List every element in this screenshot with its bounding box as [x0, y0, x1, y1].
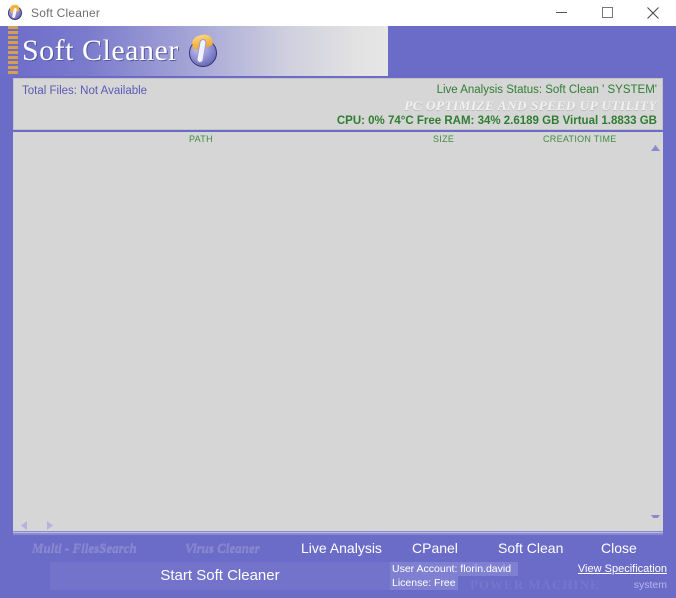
- window-title: Soft Cleaner: [31, 6, 100, 20]
- vertical-scrollbar[interactable]: [648, 142, 663, 524]
- title-bar: Soft Cleaner: [0, 0, 676, 27]
- soft-cleaner-globe-logo: [187, 36, 219, 68]
- close-icon: [647, 7, 659, 19]
- scroll-right-arrow-icon[interactable]: [41, 518, 59, 532]
- start-soft-cleaner-button[interactable]: Start Soft Cleaner: [50, 562, 390, 590]
- close-button[interactable]: [630, 0, 676, 25]
- bottom-navigation: Multi - FilesSearch Virus Cleaner Live A…: [0, 534, 676, 562]
- column-header-path: PATH: [189, 134, 213, 144]
- app-logo: Soft Cleaner: [22, 31, 219, 71]
- nav-item-multi-filessearch[interactable]: Multi - FilesSearch: [32, 534, 137, 562]
- header-banner: Soft Cleaner: [0, 26, 676, 76]
- system-metrics-line: CPU: 0% 74°C Free RAM: 34% 2.6189 GB Vir…: [337, 114, 657, 129]
- status-panel: Total Files: Not Available Live Analysis…: [13, 78, 663, 130]
- maximize-icon: [602, 7, 613, 18]
- horizontal-scrollbar[interactable]: [15, 518, 125, 532]
- nav-divider: [13, 532, 663, 533]
- scrollbar-corner: [648, 518, 663, 532]
- scroll-left-arrow-icon[interactable]: [15, 518, 33, 532]
- soft-cleaner-window: Soft Cleaner Soft C: [0, 0, 676, 598]
- maximize-button[interactable]: [584, 0, 630, 25]
- window-controls: [538, 0, 676, 25]
- account-info: User Account: florin.david License: Free: [390, 562, 518, 590]
- column-header-size: SIZE: [433, 134, 454, 144]
- total-files-label: Total Files: Not Available: [22, 85, 147, 97]
- file-list-panel: PATH SIZE CREATION TIME: [13, 132, 663, 532]
- header-decor-strip: [8, 26, 18, 76]
- column-header-creation-time: CREATION TIME: [543, 134, 617, 144]
- status-right-column: Live Analysis Status: Soft Clean ' SYSTE…: [337, 83, 657, 129]
- live-analysis-status: Live Analysis Status: Soft Clean ' SYSTE…: [337, 83, 657, 98]
- user-account-label: User Account: florin.david: [390, 562, 518, 576]
- file-list-body[interactable]: [13, 148, 647, 516]
- column-headers: PATH SIZE CREATION TIME: [13, 132, 663, 148]
- scroll-up-arrow-icon[interactable]: [648, 142, 663, 154]
- minimize-icon: [556, 7, 567, 18]
- nav-item-cpanel[interactable]: CPanel: [412, 534, 458, 562]
- minimize-button[interactable]: [538, 0, 584, 25]
- logo-text: Soft Cleaner: [22, 31, 179, 71]
- nav-item-live-analysis[interactable]: Live Analysis: [301, 534, 382, 562]
- license-label: License: Free: [390, 576, 458, 590]
- nav-item-close[interactable]: Close: [601, 534, 637, 562]
- app-globe-icon: [7, 5, 23, 21]
- nav-item-soft-clean[interactable]: Soft Clean: [498, 534, 563, 562]
- nav-item-virus-cleaner[interactable]: Virus Cleaner: [185, 534, 260, 562]
- tagline-text: PC OPTIMIZE AND SPEED UP UTILITY: [337, 98, 657, 114]
- view-specification-link[interactable]: View Specification: [578, 563, 667, 575]
- footer-row: Start Soft Cleaner POWER MACHINE User Ac…: [0, 562, 676, 598]
- system-label: system: [634, 579, 667, 591]
